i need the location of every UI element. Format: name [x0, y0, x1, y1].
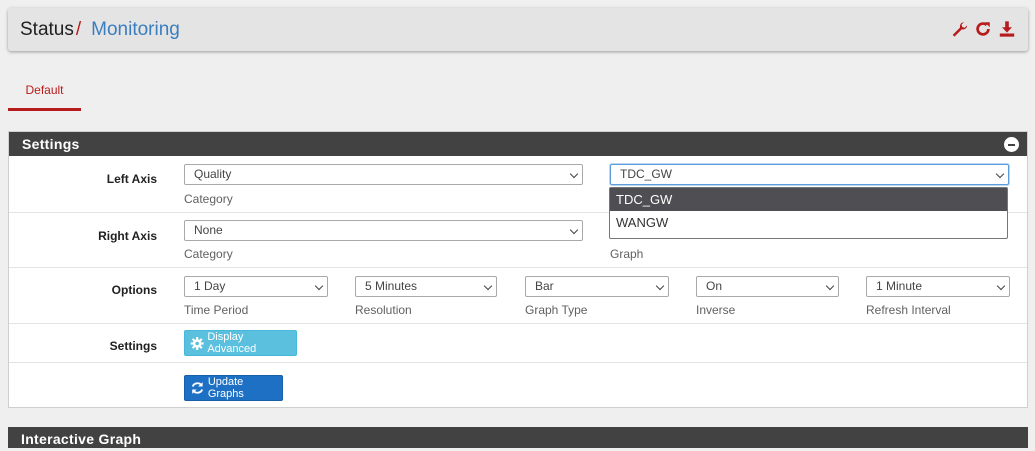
refresh-icon[interactable] — [974, 20, 992, 38]
tab-default[interactable]: Default — [8, 79, 81, 111]
breadcrumb: Status / Monitoring — [20, 19, 180, 41]
collapse-icon[interactable] — [1004, 137, 1019, 152]
select-value: Quality — [194, 167, 232, 181]
refresh-icon — [191, 382, 204, 394]
select-value: 1 Day — [194, 279, 226, 293]
dropdown-option-tdc-gw[interactable]: TDC_GW — [610, 188, 1007, 211]
graph-type-select[interactable]: Bar — [525, 276, 669, 297]
select-value: On — [706, 279, 723, 293]
chevron-down-icon — [996, 281, 1006, 291]
resolution-select[interactable]: 5 Minutes — [355, 276, 497, 297]
time-period-help: Time Period — [184, 303, 249, 317]
inverse-help: Inverse — [696, 303, 736, 317]
graph-type-help: Graph Type — [525, 303, 588, 317]
refresh-interval-help: Refresh Interval — [866, 303, 951, 317]
chevron-down-icon — [825, 281, 835, 291]
panel-title: Settings — [22, 136, 80, 152]
display-advanced-button[interactable]: Display Advanced — [184, 330, 297, 356]
left-axis-label: Left Axis — [106, 172, 157, 186]
display-advanced-label: Display Advanced — [207, 331, 257, 355]
settings-panel-header: Settings — [9, 132, 1027, 156]
settings-panel: Settings Left Axis Quality Category TDC_… — [8, 131, 1028, 408]
select-value: Bar — [535, 279, 554, 293]
select-value: TDC_GW — [620, 167, 672, 181]
select-value: 1 Minute — [876, 279, 923, 293]
update-graphs-button[interactable]: Update Graphs — [184, 375, 283, 401]
chevron-down-icon — [569, 225, 579, 235]
time-period-select[interactable]: 1 Day — [184, 276, 328, 297]
options-row: Options 1 Day Time Period 5 Minutes Reso… — [9, 268, 1027, 324]
chevron-down-icon — [483, 281, 493, 291]
right-axis-label: Right Axis — [98, 229, 157, 243]
download-icon[interactable] — [998, 20, 1016, 38]
right-axis-graph-help: Graph — [610, 247, 644, 261]
resolution-help: Resolution — [355, 303, 412, 317]
options-label: Options — [111, 283, 157, 297]
graph-dropdown-list: TDC_GW WANGW — [609, 187, 1008, 239]
breadcrumb-section[interactable]: Status — [20, 19, 74, 40]
right-axis-category-select[interactable]: None — [184, 220, 583, 241]
wrench-icon[interactable] — [950, 20, 968, 38]
breadcrumb-page[interactable]: Monitoring — [91, 19, 180, 40]
gear-icon — [190, 336, 204, 350]
settings-row-label: Settings — [109, 339, 157, 353]
left-axis-category-select[interactable]: Quality — [184, 164, 583, 185]
dropdown-option-wangw[interactable]: WANGW — [610, 211, 1007, 234]
right-axis-category-help: Category — [184, 247, 233, 261]
advanced-settings-row: Settings Display Advanced — [9, 324, 1027, 363]
page-header: Status / Monitoring — [8, 8, 1028, 51]
inverse-select[interactable]: On — [696, 276, 839, 297]
interactive-graph-panel-header: Interactive Graph — [8, 427, 1028, 448]
select-value: None — [194, 223, 223, 237]
left-axis-category-help: Category — [184, 192, 233, 206]
chevron-down-icon — [569, 169, 579, 179]
interactive-graph-title: Interactive Graph — [21, 431, 142, 447]
select-value: 5 Minutes — [365, 279, 418, 293]
chevron-down-icon — [314, 281, 324, 291]
update-graphs-label: Update Graphs — [207, 376, 244, 400]
chevron-down-icon — [995, 169, 1005, 179]
breadcrumb-separator: / — [75, 19, 82, 40]
left-axis-graph-select[interactable]: TDC_GW — [610, 164, 1009, 185]
update-row: Update Graphs — [9, 363, 1027, 408]
refresh-interval-select[interactable]: 1 Minute — [866, 276, 1010, 297]
chevron-down-icon — [655, 281, 665, 291]
